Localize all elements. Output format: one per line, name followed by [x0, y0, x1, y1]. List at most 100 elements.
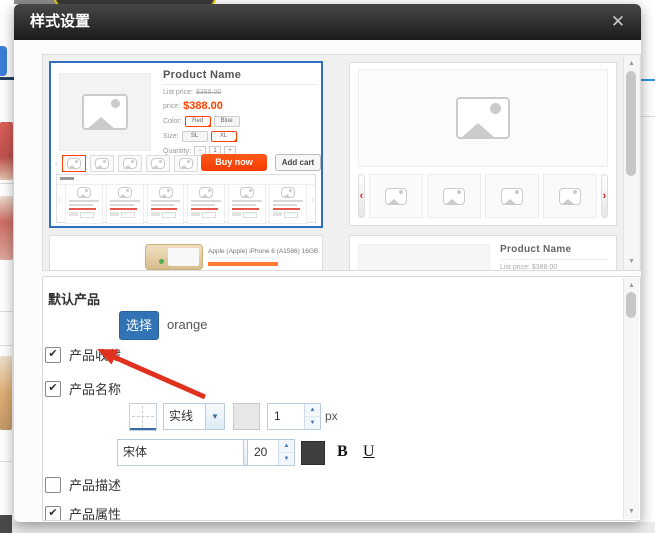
border-color-swatch[interactable] [233, 403, 260, 430]
bold-toggle[interactable]: B [337, 439, 348, 465]
product-image-placeholder [358, 244, 490, 271]
preview-scrollbar[interactable]: ▲ ▼ [623, 56, 639, 269]
price-value: $388.00 [183, 100, 223, 112]
scroll-up-icon[interactable]: ▲ [624, 282, 639, 289]
buy-now-button[interactable]: Buy now [201, 154, 267, 171]
font-color-swatch[interactable] [301, 441, 325, 465]
font-size-value: 20 [254, 440, 267, 465]
background-image-fragment [0, 356, 12, 430]
stepper-up-icon[interactable]: ▲ [305, 404, 320, 417]
gallery-thumbnail[interactable] [485, 174, 539, 218]
related-next-icon[interactable]: › [312, 197, 314, 204]
color-label: Color: [163, 118, 182, 125]
detail-thumbnail[interactable] [146, 155, 170, 172]
related-title-bar [232, 200, 262, 202]
checkbox-row-description: 产品描述 [45, 477, 121, 492]
carousel-prev-button[interactable]: ‹ [358, 174, 365, 218]
dialog-header[interactable]: 样式设置 ✕ [14, 4, 641, 40]
template-card-detail-selected[interactable]: Product Name List price: $388.00 price: … [49, 61, 323, 228]
stepper-up-icon[interactable]: ▲ [279, 440, 294, 453]
product-name-checkbox[interactable]: ✔ [45, 381, 61, 397]
related-image [149, 187, 183, 198]
border-side-picker[interactable] [129, 403, 157, 431]
related-qty-label [273, 212, 282, 216]
template-card-gallery[interactable]: ‹ › [349, 62, 617, 226]
size-option-sl[interactable]: SL [182, 131, 208, 142]
related-price-bar [273, 208, 300, 210]
template-card-detail-2[interactable]: Product Name List price: $388.00 [349, 235, 617, 271]
stepper-arrows: ▲ ▼ [304, 404, 320, 429]
related-image [189, 187, 223, 198]
related-product-card[interactable] [269, 184, 307, 224]
close-icon[interactable]: ✕ [608, 12, 628, 32]
stepper-down-icon[interactable]: ▼ [279, 453, 294, 465]
gallery-thumbnail[interactable] [369, 174, 423, 218]
product-favorite-checkbox[interactable]: ✔ [45, 347, 61, 363]
thumbnail-strip: ‹ › [55, 155, 204, 172]
related-image [230, 187, 264, 198]
related-product-card[interactable] [228, 184, 266, 224]
scroll-down-icon[interactable]: ▼ [624, 258, 639, 265]
product-attributes-checkbox[interactable]: ✔ [45, 506, 61, 522]
template-preview-panel: Product Name List price: $388.00 price: … [42, 54, 641, 271]
chevron-down-icon[interactable]: ▼ [205, 404, 224, 429]
color-option-red[interactable]: Red [185, 116, 211, 127]
related-qty-row [110, 212, 140, 218]
border-width-value: 1 [274, 404, 281, 429]
image-placeholder-icon [559, 188, 581, 205]
thumb-prev-icon[interactable]: ‹ [55, 159, 58, 168]
detail-thumbnail[interactable] [62, 155, 86, 172]
gallery-thumbnail[interactable] [543, 174, 597, 218]
related-prev-icon[interactable]: ‹ [58, 197, 60, 204]
related-title-bar [151, 200, 181, 202]
background-image-fragment [0, 196, 13, 260]
background-divider [0, 77, 14, 80]
related-qty-row [69, 212, 99, 218]
scroll-down-icon[interactable]: ▼ [624, 508, 639, 515]
related-price-bar [69, 208, 96, 210]
scrollbar-thumb[interactable] [626, 71, 636, 176]
iphone-product-title: Apple (Apple) iPhone 6 (A1586) 16GB deep [208, 248, 320, 255]
detail-thumbnail[interactable] [90, 155, 114, 172]
gallery-carousel: ‹ › [358, 173, 608, 219]
list-price-value: $388.00 [196, 89, 221, 96]
scroll-up-icon[interactable]: ▲ [624, 60, 639, 67]
border-style-select[interactable]: 实线 ▼ [163, 403, 225, 430]
image-placeholder-icon [77, 187, 91, 198]
image-placeholder-icon [501, 188, 523, 205]
carousel-next-button[interactable]: › [601, 174, 608, 218]
add-cart-button[interactable]: Add cart [275, 154, 321, 171]
settings-scrollbar[interactable]: ▲ ▼ [623, 278, 639, 519]
price-label: price: [163, 103, 180, 110]
font-style-row: 宋体 ▼ 20 ▲ ▼ B U [43, 439, 620, 466]
detail-thumbnail[interactable] [118, 155, 142, 172]
related-qty-input [243, 212, 257, 218]
border-width-stepper[interactable]: 1 ▲ ▼ [267, 403, 321, 430]
scrollbar-thumb[interactable] [626, 292, 636, 318]
choose-button[interactable]: 选择 [119, 311, 159, 340]
related-product-card[interactable] [106, 184, 144, 224]
template-card-iphone[interactable]: Apple (Apple) iPhone 6 (A1586) 16GB deep [49, 235, 323, 271]
checkbox-label: 产品名称 [69, 379, 121, 398]
dashed-vertical [142, 406, 143, 428]
image-placeholder-icon [199, 187, 213, 198]
background-divider [0, 311, 13, 312]
related-product-card[interactable] [187, 184, 225, 224]
font-size-stepper[interactable]: 20 ▲ ▼ [247, 439, 295, 466]
gallery-thumbnail[interactable] [427, 174, 481, 218]
size-option-xl[interactable]: XL [211, 131, 237, 142]
related-image [67, 187, 101, 198]
related-qty-label [110, 212, 119, 216]
product-description-checkbox[interactable] [45, 477, 61, 493]
stepper-down-icon[interactable]: ▼ [305, 417, 320, 429]
font-family-select[interactable]: 宋体 ▼ [117, 439, 263, 466]
related-product-card[interactable] [65, 184, 103, 224]
detail-thumbnail[interactable] [174, 155, 198, 172]
related-product-card[interactable] [147, 184, 185, 224]
color-option-blue[interactable]: Blue [214, 116, 240, 127]
related-qty-input [202, 212, 216, 218]
underline-toggle[interactable]: U [363, 439, 375, 465]
related-qty-label [69, 212, 78, 216]
size-row: Size: SL XL [163, 131, 317, 142]
carousel-thumb-list [369, 174, 597, 218]
